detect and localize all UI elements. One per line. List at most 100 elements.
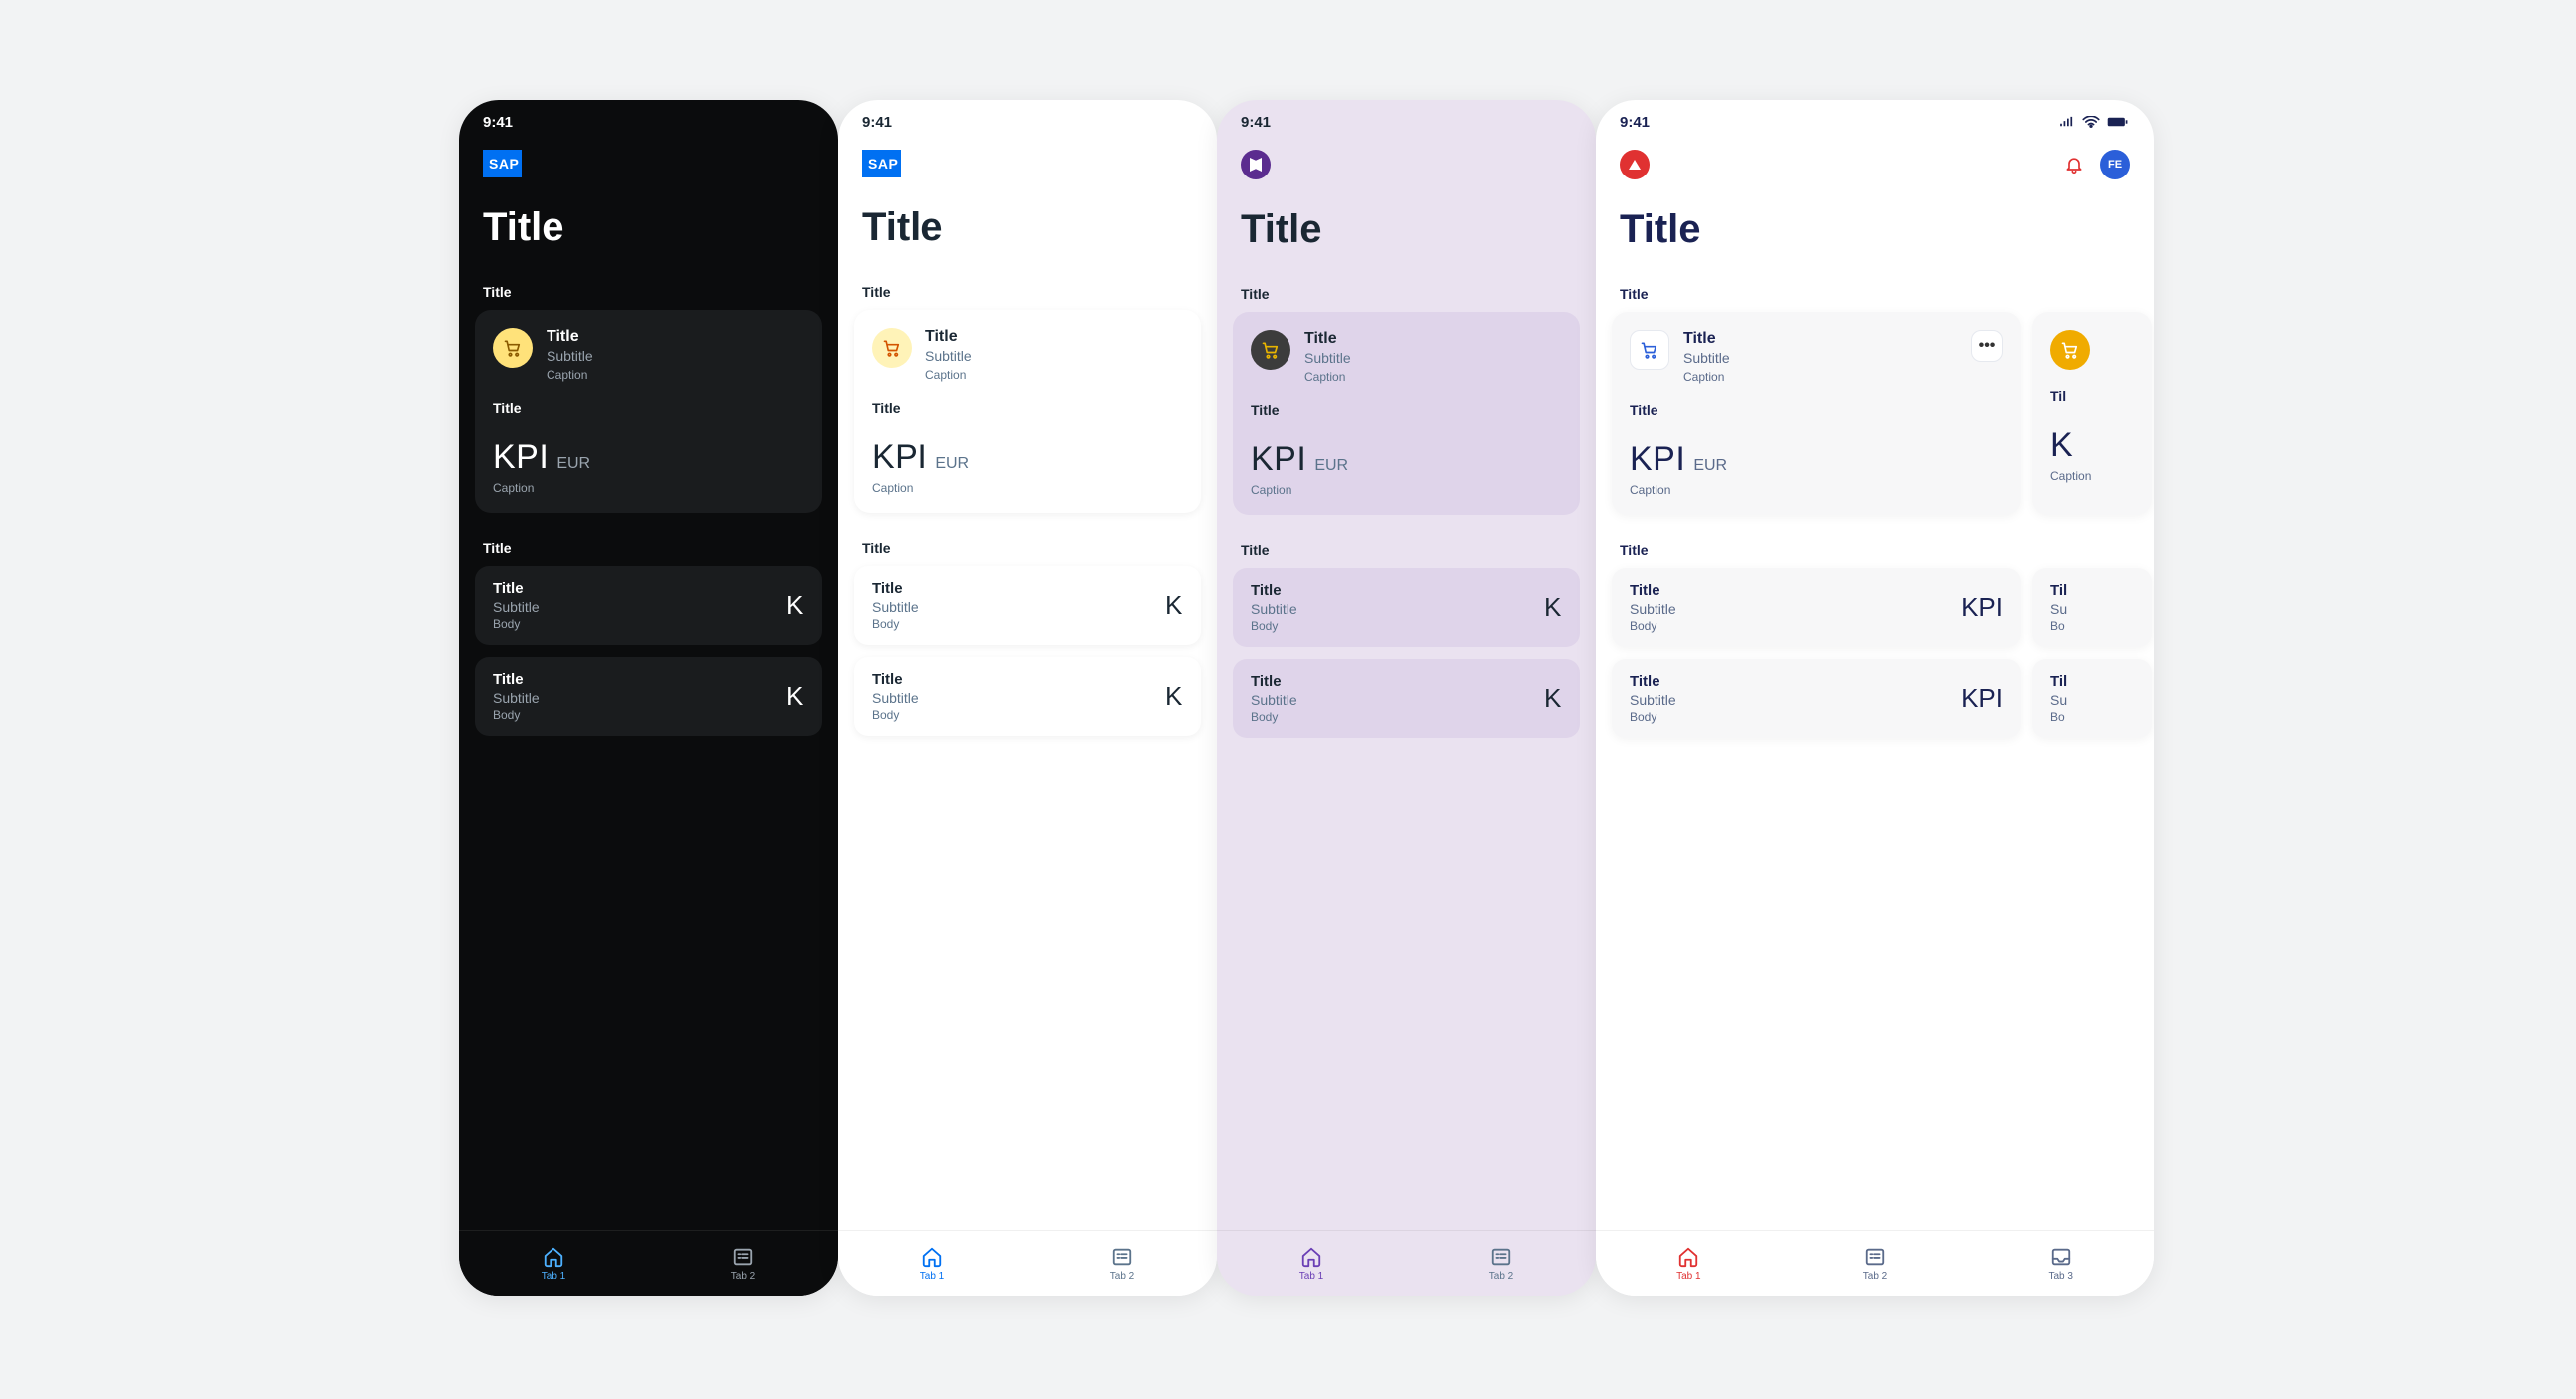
sap-logo: SAP: [862, 150, 918, 177]
card-subtitle: Subtitle: [1683, 350, 1730, 366]
inbox-icon: [2050, 1246, 2072, 1268]
tab-list[interactable]: Tab 2: [1406, 1231, 1596, 1296]
status-time: 9:41: [862, 114, 892, 131]
battery-icon: [2106, 116, 2130, 128]
kpi-value: KPI: [872, 438, 927, 477]
brand-logo: [1241, 150, 1271, 179]
cart-icon: [1630, 330, 1669, 370]
phone-light: 9:41 SAP Title Title Title Subtitle Capt…: [838, 100, 1217, 1296]
phone-extended: 9:41 FE Title Title: [1596, 100, 2154, 1296]
list-kpi: KPI: [786, 681, 804, 712]
list-body: Body: [872, 617, 919, 631]
page-title: Title: [1596, 195, 2154, 272]
app-header: [1217, 144, 1596, 195]
kpi-value-peek: K: [2050, 426, 2073, 465]
tab-label: Tab 1: [1676, 1271, 1700, 1282]
tab-home[interactable]: Tab 1: [1217, 1231, 1406, 1296]
tab-list[interactable]: Tab 2: [648, 1231, 838, 1296]
list-item[interactable]: Title Subtitle Body KPI: [1233, 568, 1580, 647]
feature-card-peek[interactable]: Til K Caption: [2032, 312, 2152, 515]
card-subtitle: Subtitle: [1304, 350, 1351, 366]
brand-logo: [1620, 150, 1650, 179]
list-kpi: KPI: [1165, 590, 1183, 621]
list-item-peek[interactable]: Til Su Bo: [2032, 659, 2152, 738]
section-title: Title: [854, 526, 1201, 566]
feature-card[interactable]: Title Subtitle Caption Title KPI EUR Cap…: [475, 310, 822, 513]
list-subtitle: Subtitle: [493, 690, 540, 706]
status-bar: 9:41: [1596, 100, 2154, 144]
section-title: Title: [1612, 272, 2154, 312]
card-title: Title: [925, 328, 972, 346]
kpi-value: KPI: [493, 438, 549, 477]
tab-list[interactable]: Tab 2: [1027, 1231, 1217, 1296]
list-item[interactable]: Title Subtitle Body KPI: [1612, 568, 2021, 647]
list-kpi: KPI: [1544, 592, 1562, 623]
status-bar: 9:41: [1217, 100, 1596, 144]
list-item[interactable]: Title Subtitle Body KPI: [475, 657, 822, 736]
list-title-peek: Til: [2050, 673, 2067, 690]
kpi-value: KPI: [1630, 440, 1685, 479]
list-body: Body: [1630, 710, 1676, 724]
list-item[interactable]: Title Subtitle Body KPI: [854, 566, 1201, 645]
more-icon: •••: [1979, 337, 1996, 355]
notification-button[interactable]: [2060, 151, 2088, 178]
kpi-title: Title: [872, 400, 1183, 416]
avatar[interactable]: FE: [2100, 150, 2130, 179]
tab-bar: Tab 1 Tab 2: [838, 1230, 1217, 1296]
card-subtitle: Subtitle: [925, 348, 972, 364]
feature-card[interactable]: Title Subtitle Caption Title KPI EUR Cap…: [854, 310, 1201, 513]
list-body: Body: [1251, 619, 1297, 633]
card-caption: Caption: [547, 368, 593, 382]
tab-list[interactable]: Tab 2: [1782, 1231, 1969, 1296]
content-area: Title Title Subtitle Caption Title KPI: [1217, 272, 1596, 1230]
list-icon: [732, 1246, 754, 1268]
kpi-title-peek: Til: [2050, 388, 2152, 404]
list-kpi: KPI: [1165, 681, 1183, 712]
tab-home[interactable]: Tab 1: [459, 1231, 648, 1296]
app-header: SAP: [838, 144, 1217, 193]
list-item[interactable]: Title Subtitle Body KPI: [475, 566, 822, 645]
list-body: Body: [1630, 619, 1676, 633]
kpi-title: Title: [1630, 402, 2003, 418]
list-item-peek[interactable]: Til Su Bo: [2032, 568, 2152, 647]
list-item[interactable]: Title Subtitle Body KPI: [854, 657, 1201, 736]
phone-theme-gallery: 9:41 SAP Title Title Title Subtitle Capt…: [459, 100, 2134, 1296]
tab-home[interactable]: Tab 1: [838, 1231, 1027, 1296]
tab-label: Tab 2: [1110, 1271, 1134, 1282]
cart-icon: [872, 328, 912, 368]
status-time: 9:41: [1241, 114, 1271, 131]
kpi-caption: Caption: [872, 481, 1183, 495]
cart-icon: [2050, 330, 2090, 370]
list-title: Title: [1630, 673, 1676, 690]
list-title: Title: [872, 671, 919, 688]
list-icon: [1490, 1246, 1512, 1268]
content-area: Title Title Subtitle Caption •••: [1596, 272, 2154, 1230]
list-body-peek: Bo: [2050, 619, 2067, 633]
list-subtitle: Subtitle: [872, 690, 919, 706]
page-title: Title: [459, 193, 838, 270]
list-title: Title: [493, 671, 540, 688]
feature-card[interactable]: Title Subtitle Caption ••• Title KPI EUR: [1612, 312, 2021, 515]
feature-card[interactable]: Title Subtitle Caption Title KPI EUR Cap…: [1233, 312, 1580, 515]
tab-bar: Tab 1 Tab 2 Tab 3: [1596, 1230, 2154, 1296]
cart-icon: [493, 328, 533, 368]
list-kpi: KPI: [1544, 683, 1562, 714]
list-item[interactable]: Title Subtitle Body KPI: [1612, 659, 2021, 738]
list-icon: [1864, 1246, 1886, 1268]
more-button[interactable]: •••: [1971, 330, 2003, 362]
tab-label: Tab 1: [1299, 1271, 1323, 1282]
tab-home[interactable]: Tab 1: [1596, 1231, 1782, 1296]
kpi-unit: EUR: [1693, 457, 1727, 475]
status-time: 9:41: [1620, 114, 1650, 131]
list-item[interactable]: Title Subtitle Body KPI: [1233, 659, 1580, 738]
kpi-title: Title: [1251, 402, 1562, 418]
section-title: Title: [475, 270, 822, 310]
page-title: Title: [1217, 195, 1596, 272]
card-caption: Caption: [1304, 370, 1351, 384]
list-body: Body: [493, 708, 540, 722]
list-subtitle: Subtitle: [1251, 601, 1297, 617]
tab-inbox[interactable]: Tab 3: [1968, 1231, 2154, 1296]
list-subtitle: Subtitle: [1630, 692, 1676, 708]
tab-label: Tab 2: [1863, 1271, 1887, 1282]
phone-dark: 9:41 SAP Title Title Title Subtitle Capt…: [459, 100, 838, 1296]
